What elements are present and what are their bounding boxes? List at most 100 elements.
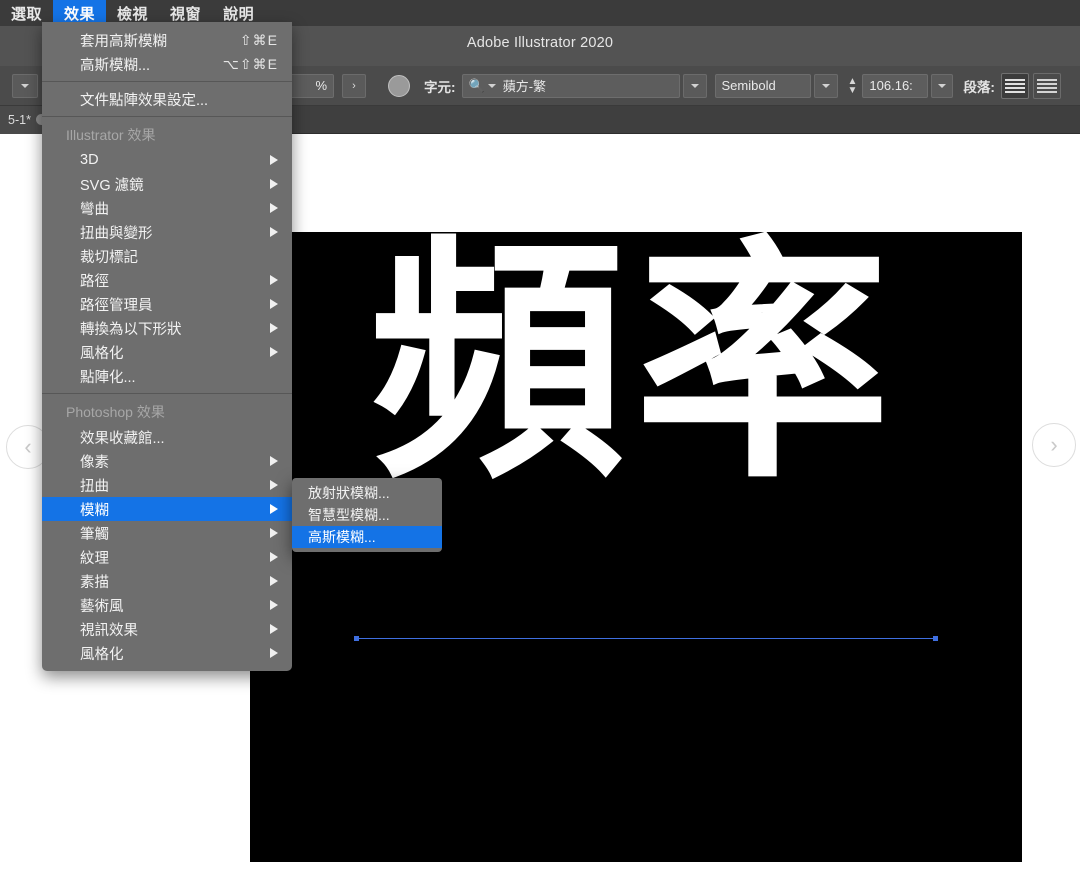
menu-item[interactable]: 文件點陣效果設定... [42,87,292,111]
blur-submenu-item[interactable]: 智慧型模糊... [292,504,442,526]
menubar-item-label: 檢視 [117,3,148,24]
zoom-level-field[interactable]: % [288,74,334,98]
menu-item-label: 路徑 [80,270,109,291]
chevron-down-icon [822,84,830,88]
menu-item-label: 3D [80,152,99,168]
menu-item[interactable]: 路徑 [42,268,292,292]
document-tab-label: 5-1* [8,113,31,127]
chevron-left-icon: ‹ [24,436,31,458]
submenu-arrow-icon [270,299,278,309]
menu-item[interactable]: 套用高斯模糊⇧⌘E [42,28,292,52]
blur-submenu-item[interactable]: 高斯模糊... [292,526,442,548]
align-center-icon [1037,79,1057,81]
menu-item[interactable]: 視訊效果 [42,617,292,641]
menu-item[interactable]: 路徑管理員 [42,292,292,316]
menu-separator [42,393,292,394]
blur-submenu-item-label: 高斯模糊... [308,527,376,547]
font-size-value: 106.16: [869,78,912,93]
menu-item[interactable]: SVG 濾鏡 [42,172,292,196]
menu-item-label: 扭曲 [80,475,109,496]
font-style-dropdown-button[interactable] [814,74,838,98]
next-options-button[interactable]: › [342,74,366,98]
menubar-item-label: 視窗 [170,3,201,24]
submenu-arrow-icon [270,648,278,658]
menu-item-label: 轉換為以下形狀 [80,318,182,339]
menu-item[interactable]: 扭曲 [42,473,292,497]
menu-item-label: Photoshop 效果 [66,402,165,422]
submenu-arrow-icon [270,323,278,333]
menu-item[interactable]: 轉換為以下形狀 [42,316,292,340]
menu-item[interactable]: 紋理 [42,545,292,569]
blur-submenu[interactable]: 放射狀模糊...智慧型模糊...高斯模糊... [292,478,442,552]
menu-item[interactable]: 扭曲與變形 [42,220,292,244]
globe-icon[interactable] [388,75,410,97]
chevron-down-icon [488,84,496,88]
menu-item[interactable]: 3D [42,148,292,172]
font-style-field[interactable]: Semibold [715,74,811,98]
menu-item-label: 視訊效果 [80,619,138,640]
menubar-item-label: 說明 [223,3,254,24]
chevron-down-icon [691,84,699,88]
menu-item[interactable]: 素描 [42,569,292,593]
align-left-button[interactable] [1001,73,1029,99]
search-icon: 🔍 [469,78,485,94]
menu-item-label: 文件點陣效果設定... [80,89,208,110]
menu-item[interactable]: 藝術風 [42,593,292,617]
menu-item-label: 像素 [80,451,109,472]
chevron-down-icon [938,84,946,88]
menu-item-label: 效果收藏館... [80,427,165,448]
menu-item-label: 風格化 [80,342,124,363]
menu-item-shortcut: ⇧⌘E [240,32,278,49]
submenu-arrow-icon [270,504,278,514]
menu-item[interactable]: 風格化 [42,641,292,665]
illustrator-window: 選取效果檢視視窗說明 Adobe Illustrator 2020 % › 字元… [0,0,1080,873]
chevron-right-icon: › [1050,434,1057,456]
menu-item-label: 裁切標記 [80,246,138,267]
menu-item-label: Illustrator 效果 [66,125,155,145]
font-family-field[interactable]: 🔍 蘋方-繁 [462,74,680,98]
submenu-arrow-icon [270,552,278,562]
menu-item[interactable]: 效果收藏館... [42,425,292,449]
submenu-arrow-icon [270,347,278,357]
menu-item-label: 高斯模糊... [80,54,150,75]
submenu-arrow-icon [270,203,278,213]
menu-item[interactable]: 筆觸 [42,521,292,545]
font-size-stepper[interactable]: ▲▼ [848,77,858,95]
submenu-arrow-icon [270,456,278,466]
submenu-arrow-icon [270,480,278,490]
effects-dropdown-menu[interactable]: 套用高斯模糊⇧⌘E高斯模糊... ⌥⇧⌘E 文件點陣效果設定... Illustrat… [42,22,292,671]
menubar-item-label: 效果 [64,3,95,24]
menu-section-header: Illustrator 效果 [42,122,292,148]
menu-item-label: 點陣化... [80,366,136,387]
font-size-dropdown-button[interactable] [931,74,953,98]
menu-item[interactable]: 模糊 [42,497,292,521]
options-overflow-chevron[interactable] [12,74,38,98]
menu-item[interactable]: 高斯模糊... ⌥⇧⌘E [42,52,292,76]
blur-submenu-item-label: 放射狀模糊... [308,483,390,503]
blur-submenu-item-label: 智慧型模糊... [308,505,390,525]
next-image-button[interactable]: › [1032,423,1076,467]
menu-item-label: 素描 [80,571,109,592]
align-center-button[interactable] [1033,73,1061,99]
menu-item-label: 模糊 [80,499,109,520]
menu-item-label: 彎曲 [80,198,109,219]
menu-item[interactable]: 彎曲 [42,196,292,220]
menu-item[interactable]: 點陣化... [42,364,292,388]
menu-item[interactable]: 風格化 [42,340,292,364]
chevron-right-icon: › [352,80,356,92]
submenu-arrow-icon [270,275,278,285]
menu-item-label: 扭曲與變形 [80,222,153,243]
menu-item[interactable]: 裁切標記 [42,244,292,268]
submenu-arrow-icon [270,576,278,586]
zoom-level-value: % [315,78,327,93]
menubar-item-label: 選取 [11,3,42,24]
artboard-text[interactable]: 頻率 [370,237,900,492]
menu-item[interactable]: 像素 [42,449,292,473]
menu-item-shortcut: ⌥⇧⌘E [223,56,278,73]
submenu-arrow-icon [270,528,278,538]
font-size-field[interactable]: 106.16: [862,74,928,98]
font-family-value: 蘋方-繁 [503,76,546,95]
font-family-dropdown-button[interactable] [683,74,707,98]
blur-submenu-item[interactable]: 放射狀模糊... [292,482,442,504]
paragraph-panel-label: 段落: [963,76,995,96]
